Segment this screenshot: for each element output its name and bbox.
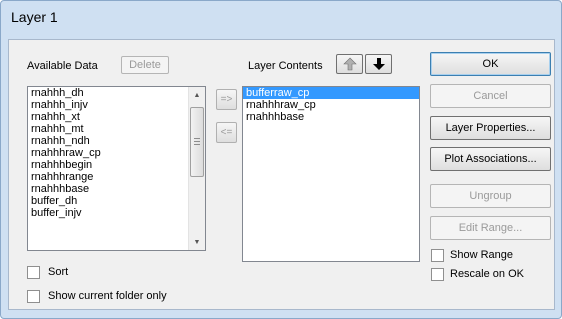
title-bar[interactable]: Layer 1	[1, 1, 561, 35]
scroll-up-icon[interactable]: ▲	[189, 87, 205, 103]
layer-contents-items: bufferraw_cp rnahhhraw_cp rnahhhbase	[243, 87, 419, 123]
ungroup-button[interactable]: Ungroup	[430, 184, 551, 208]
layer-properties-button[interactable]: Layer Properties...	[430, 116, 551, 140]
available-data-item[interactable]: rnahhh_dh	[28, 87, 205, 99]
show-current-folder-label: Show current folder only	[48, 290, 167, 302]
move-up-button[interactable]	[336, 54, 363, 74]
scroll-thumb[interactable]	[190, 107, 204, 177]
available-data-item[interactable]: rnahhhbegin	[28, 159, 205, 171]
move-down-button[interactable]	[365, 54, 392, 74]
cancel-button[interactable]: Cancel	[430, 84, 551, 108]
layer-contents-item[interactable]: bufferraw_cp	[243, 87, 419, 99]
available-data-scrollbar[interactable]: ▲ ▼	[188, 87, 205, 250]
dialog-body: Available Data Delete rnahhh_dh rnahhh_in…	[8, 39, 555, 310]
available-data-item[interactable]: rnahhhrange	[28, 171, 205, 183]
show-range-checkbox[interactable]	[431, 249, 444, 262]
sort-checkbox[interactable]	[27, 266, 40, 279]
available-data-label: Available Data	[27, 60, 98, 72]
available-data-item[interactable]: rnahhh_injv	[28, 99, 205, 111]
available-data-list[interactable]: rnahhh_dh rnahhh_injv rnahhh_xt rnahhh_mt rn…	[27, 86, 206, 251]
ok-button[interactable]: OK	[430, 52, 551, 76]
add-to-layer-button[interactable]: =>	[216, 89, 237, 110]
sort-label: Sort	[48, 266, 69, 278]
window-title: Layer 1	[11, 9, 58, 25]
arrow-up-icon	[342, 57, 357, 71]
layer-dialog: Layer 1 Available Data Delete rnahhh_dh r…	[0, 0, 562, 319]
arrow-down-icon	[372, 58, 385, 70]
layer-contents-label: Layer Contents	[248, 60, 323, 72]
available-data-item[interactable]: rnahhh_xt	[28, 111, 205, 123]
scroll-down-icon[interactable]: ▼	[189, 234, 205, 250]
available-data-items: rnahhh_dh rnahhh_injv rnahhh_xt rnahhh_mt rn…	[28, 87, 205, 219]
plot-associations-button[interactable]: Plot Associations...	[430, 147, 551, 171]
rescale-on-ok-checkbox[interactable]	[431, 268, 444, 281]
available-data-item[interactable]: rnahhh_mt	[28, 123, 205, 135]
available-data-item[interactable]: rnahhhraw_cp	[28, 147, 205, 159]
layer-contents-item[interactable]: rnahhhraw_cp	[243, 99, 419, 111]
edit-range-button[interactable]: Edit Range...	[430, 216, 551, 240]
delete-button[interactable]: Delete	[121, 56, 169, 74]
show-current-folder-checkbox[interactable]	[27, 290, 40, 303]
available-data-item[interactable]: buffer_injv	[28, 207, 205, 219]
available-data-item[interactable]: rnahhhbase	[28, 183, 205, 195]
rescale-on-ok-label: Rescale on OK	[450, 268, 524, 280]
layer-contents-list[interactable]: bufferraw_cp rnahhhraw_cp rnahhhbase	[242, 86, 420, 262]
show-range-label: Show Range	[450, 249, 513, 261]
available-data-item[interactable]: rnahhh_ndh	[28, 135, 205, 147]
available-data-item[interactable]: buffer_dh	[28, 195, 205, 207]
remove-from-layer-button[interactable]: <=	[216, 122, 237, 143]
layer-contents-item[interactable]: rnahhhbase	[243, 111, 419, 123]
